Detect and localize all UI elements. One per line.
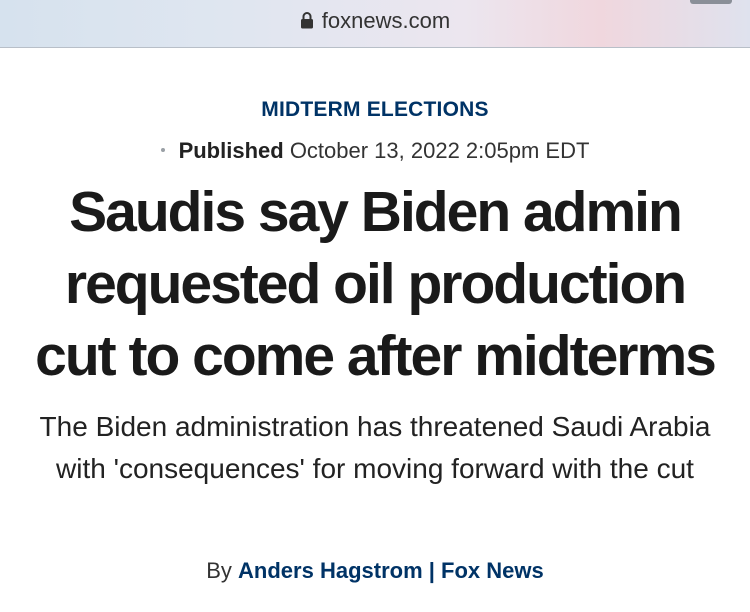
author-link[interactable]: Anders Hagstrom (238, 558, 423, 583)
url-text: foxnews.com (321, 8, 451, 33)
browser-url-bar[interactable]: foxnews.com (0, 0, 750, 48)
tab-indicator (690, 0, 732, 4)
category-link[interactable]: MIDTERM ELECTIONS (0, 98, 750, 122)
published-line: Published October 13, 2022 2:05pm EDT (0, 138, 750, 164)
lock-icon (300, 12, 313, 29)
published-label: Published (178, 138, 284, 163)
bullet-dot (160, 148, 165, 153)
outlet-link[interactable]: Fox News (441, 558, 544, 583)
byline: By Anders Hagstrom | Fox News (0, 558, 750, 584)
headline: Saudis say Biden admin requested oil pro… (35, 180, 717, 388)
article: MIDTERM ELECTIONS Published October 13, … (0, 48, 750, 612)
byline-separator: | (428, 558, 435, 583)
url-display[interactable]: foxnews.com (0, 8, 750, 34)
subheadline: The Biden administration has threatened … (39, 411, 711, 484)
byline-prefix: By (206, 558, 232, 583)
published-date: October 13, 2022 2:05pm EDT (289, 138, 590, 163)
